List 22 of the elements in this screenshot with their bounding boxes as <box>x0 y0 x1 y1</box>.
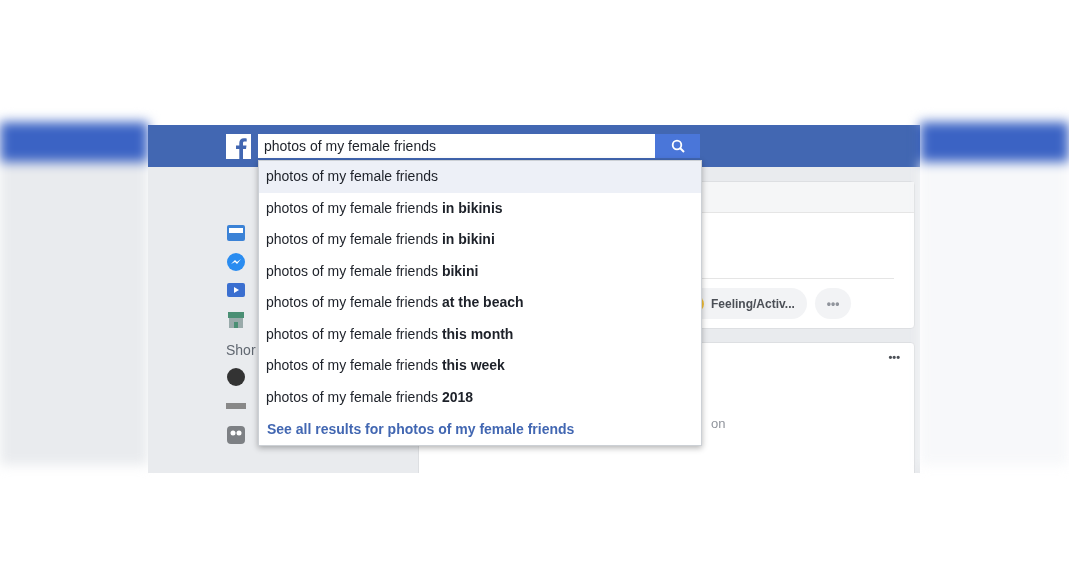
post-text: on <box>711 415 727 433</box>
search-suggestion[interactable]: photos of my female friends in bikini <box>259 224 701 256</box>
search-field[interactable]: photos of my female friends <box>258 134 655 158</box>
search-suggestion[interactable]: photos of my female friends this month <box>259 318 701 350</box>
search-suggestion[interactable]: photos of my female friends <box>259 161 701 193</box>
post-menu-button[interactable]: ••• <box>888 351 900 473</box>
search-suggestion[interactable]: photos of my female friends in bikinis <box>259 192 701 224</box>
see-all-link[interactable]: See all results for photos of my female friends <box>259 413 701 445</box>
messenger-icon <box>226 251 246 272</box>
avatar-icon <box>226 366 246 387</box>
search-icon <box>670 139 685 153</box>
store-icon <box>226 309 246 330</box>
logo-icon <box>226 402 246 409</box>
section-heading: Shor <box>226 342 257 358</box>
search-button[interactable] <box>655 134 700 158</box>
logo-icon <box>226 133 251 159</box>
search-suggestion[interactable]: photos of my female friends this week <box>259 350 701 382</box>
search-suggestion[interactable]: photos of my female friends 2018 <box>259 381 701 413</box>
group-icon <box>226 424 246 445</box>
news-feed-icon <box>226 222 246 243</box>
search-suggestion[interactable]: photos of my female friends at the beach <box>259 287 701 319</box>
search-suggestion[interactable]: photos of my female friends bikini <box>259 255 701 287</box>
